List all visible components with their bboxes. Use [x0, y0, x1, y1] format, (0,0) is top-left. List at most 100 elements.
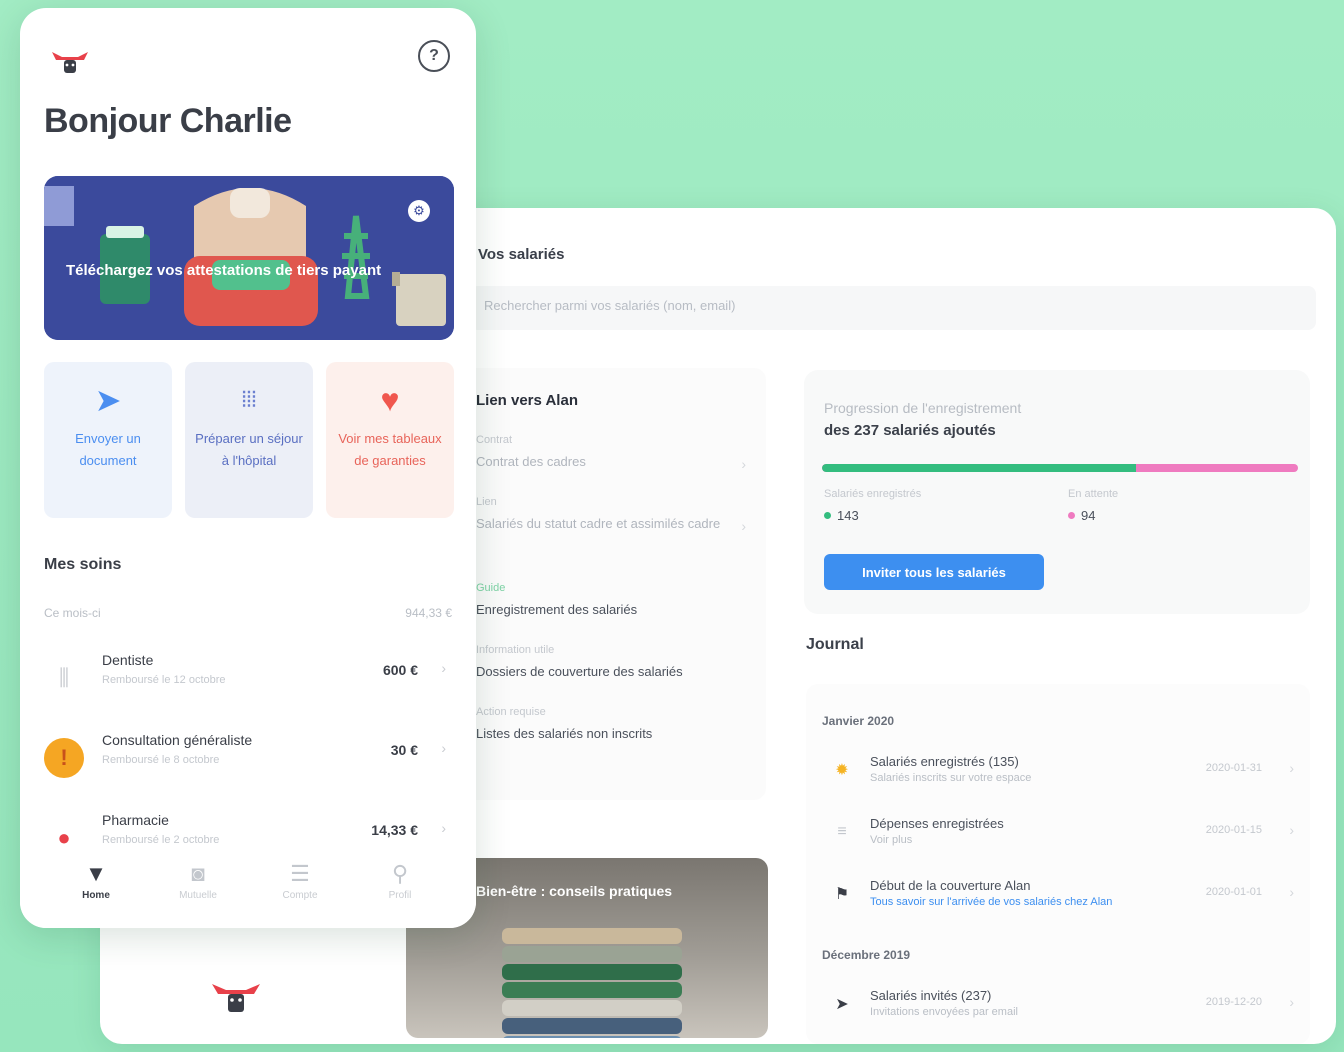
tab-home[interactable]: ▼ Home [56, 860, 136, 901]
care-item[interactable]: ⫼ Dentiste Remboursé le 12 octobre 600 €… [44, 650, 452, 706]
field-value: Enregistrement des salariés [476, 602, 638, 617]
journal-entry-title: Dépenses enregistrées [870, 816, 1004, 831]
send-document-card[interactable]: ➤ Envoyer un document [44, 362, 172, 518]
page-title: Vos salariés [478, 246, 565, 263]
invite-all-button[interactable]: Inviter tous les salariés [824, 554, 1044, 590]
journal-entry-link[interactable]: Tous savoir sur l'arrivée de vos salarié… [870, 896, 1112, 908]
field-guide[interactable]: Guide Enregistrement des salariés [476, 582, 746, 622]
field-label: Information utile [476, 644, 555, 656]
care-item-title: Pharmacie [102, 812, 169, 828]
stat-pending: En attente 94 [1068, 488, 1118, 523]
action-label: Envoyer un document [75, 431, 141, 468]
banner-text: Téléchargez vos attestations de tiers pa… [66, 262, 382, 279]
view-guarantees-card[interactable]: ♥ Voir mes tableaux de garanties [326, 362, 454, 518]
field-contract[interactable]: Contrat Contrat des cadres › [476, 434, 746, 474]
tab-label: Profil [388, 890, 412, 901]
journal-entry-title: Salariés invités (237) [870, 988, 992, 1003]
chevron-right-icon: › [1289, 822, 1294, 838]
care-item-amount: 600 € [382, 662, 418, 678]
paper-plane-icon: ➤ [94, 382, 122, 418]
chevron-right-icon: › [1289, 884, 1294, 900]
field-action[interactable]: Action requise Listes des salariés non i… [476, 706, 746, 746]
chevron-right-icon: › [741, 456, 746, 472]
bull-logo-icon [212, 984, 260, 1012]
bottom-tab-bar: ▼ Home ◙ Mutuelle ☰ Compte ⚲ Profil [20, 854, 476, 928]
gear-icon[interactable]: ⚙ [408, 200, 430, 222]
photo-caption: Bien-être : conseils pratiques [476, 883, 673, 899]
prepare-hospital-card[interactable]: ⦙⦙⦙ Préparer un séjour à l'hôpital [185, 362, 313, 518]
tab-mutuelle[interactable]: ◙ Mutuelle [158, 860, 238, 901]
field-label: Contrat [476, 434, 513, 446]
list-icon: ☰ [290, 861, 310, 886]
registration-progress-panel: Progression de l'enregistrement des 237 … [804, 370, 1310, 614]
chevron-right-icon: › [441, 660, 446, 676]
link-panel-title: Lien vers Alan [476, 392, 578, 409]
care-item-amount: 30 € [390, 742, 418, 758]
care-item-amount: 14,33 € [371, 822, 418, 838]
field-label: Lien [476, 496, 497, 508]
pill-icon: ● [57, 825, 71, 850]
journal-entry-title: Début de la couverture Alan [870, 878, 1031, 893]
chevron-right-icon: › [1289, 994, 1294, 1010]
field-link[interactable]: Lien Salariés du statut cadre et assimil… [476, 496, 746, 536]
search-input[interactable]: Rechercher parmi vos salariés (nom, emai… [470, 286, 1316, 330]
journal-month: Décembre 2019 [822, 948, 911, 962]
chevron-right-icon: › [441, 740, 446, 756]
doctor-icon: ! [44, 738, 84, 778]
progress-bar-fill [822, 464, 1137, 472]
tooth-icon: ⫼ [58, 665, 70, 690]
bull-logo-icon [52, 52, 88, 73]
heart-icon: ♥ [380, 382, 400, 418]
journal-entry-date: 2020-01-15 [1205, 824, 1262, 836]
profile-icon: ⚲ [391, 861, 409, 886]
journal-month: Janvier 2020 [822, 714, 895, 728]
stat-value: 143 [837, 508, 859, 523]
tab-account[interactable]: ☰ Compte [260, 860, 340, 901]
mobile-app-screen: ? Bonjour Charlie Téléchargez vos attest… [20, 8, 476, 928]
progress-subtitle: Progression de l'enregistrement [824, 400, 1022, 416]
journal-entry-date: 2020-01-31 [1205, 762, 1262, 774]
tab-profile[interactable]: ⚲ Profil [360, 860, 440, 901]
folded-clothes-illustration [502, 928, 682, 1038]
care-item-title: Dentiste [102, 652, 154, 668]
chevron-right-icon: › [1289, 760, 1294, 776]
bars-icon: ⦙⦙⦙ [241, 387, 257, 412]
tab-label: Compte [282, 890, 318, 901]
journal-title: Journal [806, 636, 864, 653]
armchair-illustration [44, 176, 454, 340]
wallet-icon: ◙ [191, 861, 205, 886]
link-panel: Lien vers Alan Contrat Contrat des cadre… [460, 368, 766, 800]
promo-banner[interactable]: Téléchargez vos attestations de tiers pa… [44, 176, 454, 340]
field-value: Listes des salariés non inscrits [476, 726, 653, 741]
green-dot-icon [824, 512, 831, 519]
journal-entry-desc: Invitations envoyées par email [870, 1006, 1018, 1018]
journal-entry-title: Salariés enregistrés (135) [870, 754, 1019, 769]
action-label: Préparer un séjour à l'hôpital [195, 431, 303, 468]
stat-label: En attente [1068, 488, 1119, 500]
field-info[interactable]: Information utile Dossiers de couverture… [476, 644, 746, 684]
care-section-title: Mes soins [44, 556, 122, 573]
field-label: Action requise [476, 706, 546, 718]
journal-entry[interactable]: ⚑ Début de la couverture Alan Tous savoi… [822, 878, 1302, 922]
pink-dot-icon [1068, 512, 1075, 519]
help-icon[interactable]: ? [418, 40, 450, 72]
care-item-title: Consultation généraliste [102, 732, 253, 748]
send-icon: ➤ [835, 996, 849, 1013]
stat-registered: Salariés enregistrés 143 [824, 488, 921, 523]
journal-entry[interactable]: ✹ Salariés enregistrés (135) Salariés in… [822, 754, 1302, 798]
chevron-right-icon: › [741, 518, 746, 534]
progress-title: des 237 salariés ajoutés [824, 422, 996, 439]
journal-entry[interactable]: ≡ Dépenses enregistrées Voir plus 2020-0… [822, 816, 1302, 860]
care-item-desc: Remboursé le 2 octobre [102, 834, 220, 846]
journal-entry-date: 2020-01-01 [1205, 886, 1262, 898]
journal-entry-desc: Salariés inscrits sur votre espace [870, 772, 1032, 784]
tab-label: Mutuelle [179, 890, 217, 901]
field-value: Salariés du statut cadre et assimilés ca… [476, 516, 721, 531]
journal-entry-date: 2019-12-20 [1205, 996, 1262, 1008]
progress-bar [822, 464, 1298, 472]
journal-entry-desc: Voir plus [870, 834, 913, 846]
greeting-title: Bonjour Charlie [44, 102, 292, 140]
field-value: Dossiers de couverture des salariés [476, 664, 683, 679]
journal-entry[interactable]: ➤ Salariés invités (237) Invitations env… [822, 988, 1302, 1032]
care-item[interactable]: ! Consultation généraliste Remboursé le … [44, 730, 452, 786]
